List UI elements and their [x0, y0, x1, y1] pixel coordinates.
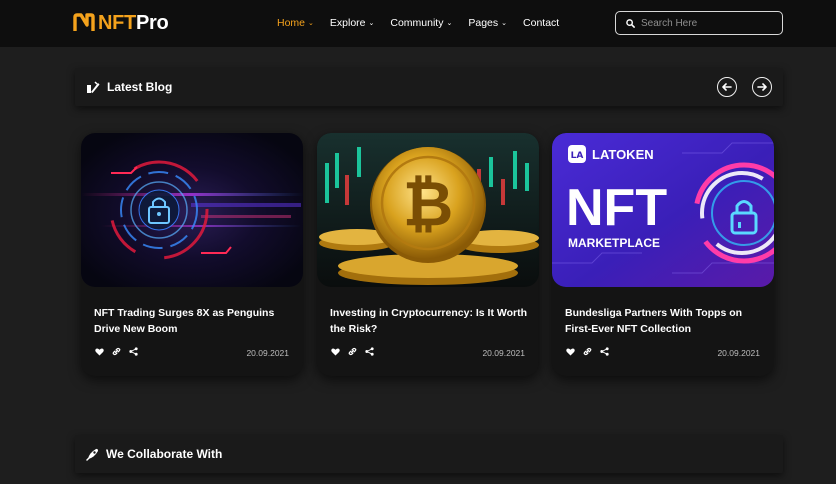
share-icon[interactable]	[600, 347, 609, 356]
search-icon	[626, 18, 635, 28]
blog-card-date: 20.09.2021	[246, 348, 289, 358]
chevron-down-icon: ⌄	[308, 20, 314, 27]
arrow-right-icon	[757, 83, 767, 91]
blog-icon	[87, 80, 100, 93]
latest-blog-header: Latest Blog	[75, 68, 783, 106]
heart-icon[interactable]	[95, 347, 104, 356]
link-icon[interactable]	[112, 347, 121, 356]
nav-item-community[interactable]: Community ⌄	[390, 17, 452, 29]
nav-item-pages[interactable]: Pages ⌄	[468, 17, 507, 29]
top-navbar: NFTPro Home ⌄ Explore ⌄ Community ⌄ Pages ⌄ …	[0, 0, 836, 47]
blog-prev-button[interactable]	[717, 77, 737, 97]
collaborate-header: We Collaborate With	[75, 435, 783, 473]
main-nav: Home ⌄ Explore ⌄ Community ⌄ Pages ⌄ Contact	[277, 15, 575, 31]
chevron-down-icon: ⌄	[368, 20, 375, 27]
latoken-brand-text: LATOKEN	[592, 147, 654, 162]
logo-text-accent: NFT	[98, 12, 136, 34]
share-icon[interactable]	[129, 347, 138, 356]
heart-icon[interactable]	[331, 347, 340, 356]
blog-card[interactable]: ₿ Investing in Cryptocurrency: Is It Wor…	[317, 133, 539, 376]
svg-text:₿: ₿	[403, 167, 454, 240]
share-icon[interactable]	[365, 347, 374, 356]
latest-blog-title: Latest Blog	[107, 80, 173, 94]
latoken-badge-text: LA	[571, 151, 584, 161]
search-box[interactable]	[615, 11, 783, 35]
nav-item-contact[interactable]: Contact	[523, 17, 559, 29]
link-icon[interactable]	[583, 347, 592, 356]
heart-icon[interactable]	[566, 347, 575, 356]
nft-headline-text: NFT	[566, 179, 667, 237]
blog-card-title[interactable]: Investing in Cryptocurrency: Is It Worth…	[330, 305, 530, 337]
logo-mark-icon	[73, 13, 95, 31]
logo-text-rest: Pro	[135, 12, 169, 34]
latoken-nft-marketplace-image[interactable]: LA LATOKEN NFT MARKETPLACE	[552, 133, 774, 287]
blog-card-title[interactable]: NFT Trading Surges 8X as Penguins Drive …	[94, 305, 294, 337]
brand-logo[interactable]: NFTPro	[73, 12, 169, 34]
rocket-icon	[86, 448, 98, 461]
chevron-down-icon: ⌄	[501, 20, 508, 27]
blog-next-button[interactable]	[752, 77, 772, 97]
blog-card-title[interactable]: Bundesliga Partners With Topps on First-…	[565, 305, 765, 337]
blog-card-date: 20.09.2021	[717, 348, 760, 358]
chevron-down-icon: ⌄	[446, 20, 453, 27]
cyber-lock-image[interactable]	[81, 133, 303, 287]
collaborate-title: We Collaborate With	[106, 447, 223, 461]
nav-item-explore[interactable]: Explore ⌄	[330, 17, 374, 29]
blog-card-date: 20.09.2021	[482, 348, 525, 358]
arrow-left-icon	[722, 83, 732, 91]
blog-card[interactable]: NFT Trading Surges 8X as Penguins Drive …	[81, 133, 303, 376]
link-icon[interactable]	[348, 347, 357, 356]
nav-item-home[interactable]: Home ⌄	[277, 17, 314, 29]
search-input[interactable]	[641, 17, 771, 29]
marketplace-text: MARKETPLACE	[568, 236, 660, 250]
bitcoin-coins-image[interactable]: ₿	[317, 133, 539, 287]
blog-card[interactable]: LA LATOKEN NFT MARKETPLACE Bundesliga Pa…	[552, 133, 774, 376]
